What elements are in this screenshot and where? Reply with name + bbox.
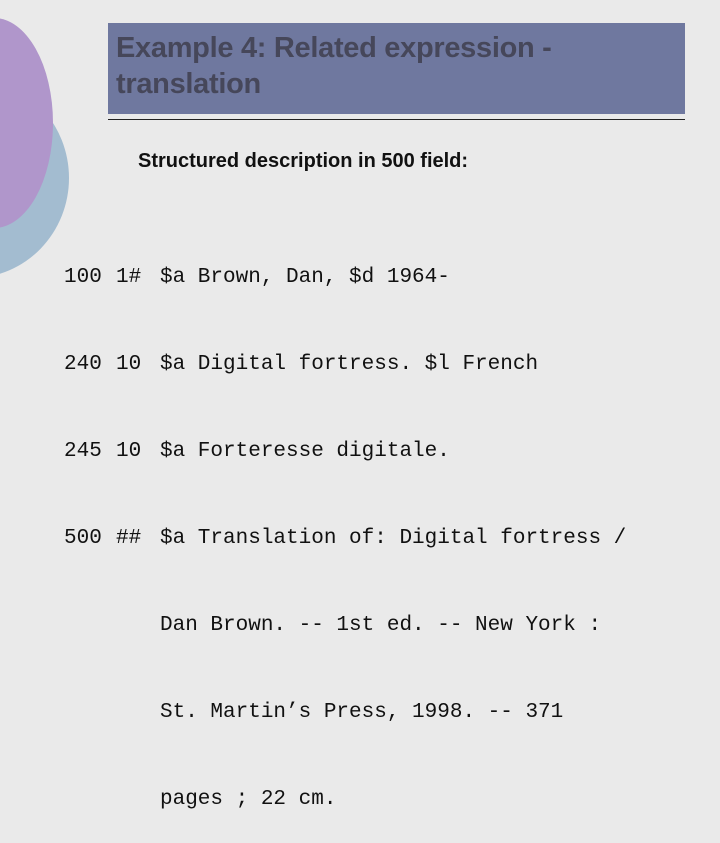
marc-tag: 100 bbox=[64, 266, 102, 289]
marc-content: $a Digital fortress. $l French bbox=[160, 353, 539, 376]
marc-indicators: 1# bbox=[116, 266, 142, 289]
marc-tag: 245 bbox=[64, 440, 102, 463]
slide-subtitle: Structured description in 500 field: bbox=[138, 150, 469, 172]
marc-indicators: ## bbox=[116, 527, 142, 550]
marc-indicators: 10 bbox=[116, 353, 142, 376]
marc-tag: 240 bbox=[64, 353, 102, 376]
marc-content: $a Forteresse digitale. bbox=[160, 440, 450, 463]
marc-500-continuation-line: pages ; 22 cm. bbox=[160, 788, 337, 811]
marc-field-240: 240 10 $a Digital fortress. $l French bbox=[64, 350, 626, 379]
marc-record: 100 1# $a Brown, Dan, $d 1964- 240 10 $a… bbox=[64, 205, 626, 843]
marc-500-continuation-line: Dan Brown. -- 1st ed. -- New York : bbox=[160, 614, 602, 637]
marc-content: $a Brown, Dan, $d 1964- bbox=[160, 266, 450, 289]
slide-title: Example 4: Related expression - translat… bbox=[116, 32, 552, 100]
marc-field-245: 245 10 $a Forteresse digitale. bbox=[64, 437, 626, 466]
marc-content: $a Translation of: Digital fortress / bbox=[160, 527, 627, 550]
marc-field-100: 100 1# $a Brown, Dan, $d 1964- bbox=[64, 263, 626, 292]
marc-500-continuation-line: St. Martin’s Press, 1998. -- 371 bbox=[160, 701, 564, 724]
title-divider bbox=[108, 119, 685, 120]
marc-tag: 500 bbox=[64, 527, 102, 550]
marc-indicators: 10 bbox=[116, 440, 142, 463]
marc-field-500: 500 ## $a Translation of: Digital fortre… bbox=[64, 524, 626, 553]
